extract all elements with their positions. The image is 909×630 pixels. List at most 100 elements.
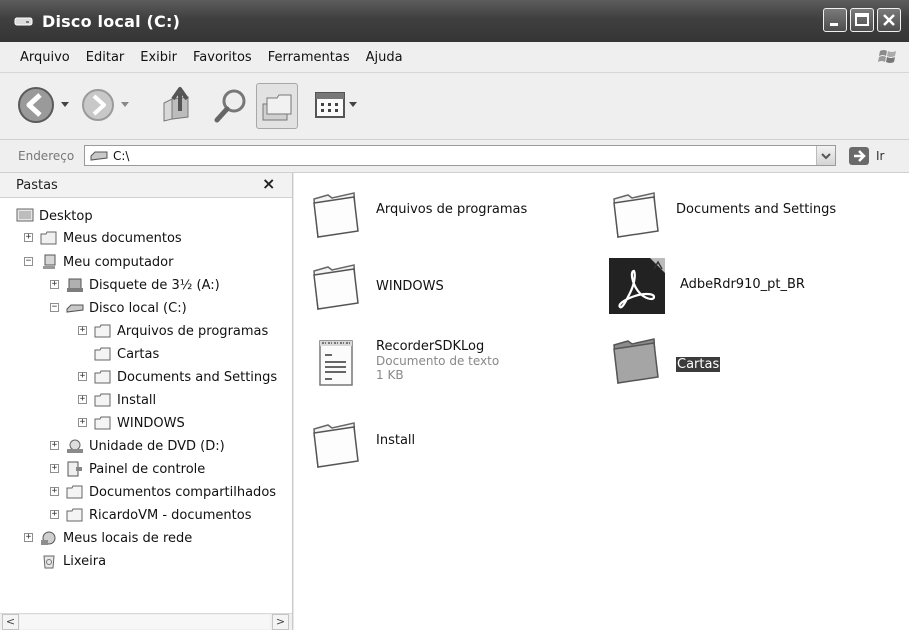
minimize-icon: [830, 23, 838, 26]
expand-icon[interactable]: +: [50, 510, 59, 519]
back-dropdown-icon[interactable]: [60, 101, 70, 109]
tree-item-lixeira[interactable]: Lixeira: [40, 550, 106, 572]
explorer-window: Disco local (C:) Arquivo Editar Exibir F…: [0, 0, 909, 630]
network-places-icon: [41, 531, 56, 545]
folder-icon: [313, 422, 359, 468]
tree-item-documents-and-settings[interactable]: Documents and Settings: [94, 366, 277, 388]
computer-icon: [43, 254, 56, 269]
expand-icon[interactable]: +: [78, 395, 87, 404]
tree-item-cartas[interactable]: Cartas: [94, 343, 159, 365]
item-name: Documents and Settings: [676, 202, 837, 217]
expand-icon[interactable]: +: [50, 280, 59, 289]
tree-item-install[interactable]: Install: [94, 389, 156, 411]
file-item-selected[interactable]: Cartas: [610, 333, 721, 385]
minimize-button[interactable]: [823, 8, 847, 32]
tree-item-meu-computador[interactable]: Meu computador: [40, 251, 173, 273]
address-bar: Endereço C:\ Ir: [0, 140, 909, 173]
window-title: Disco local (C:): [42, 11, 181, 31]
maximize-icon: [855, 13, 869, 26]
content-pane: Arquivos de programas Documents and Sett…: [294, 173, 909, 630]
file-item[interactable]: WINDOWS: [310, 259, 444, 311]
collapse-icon[interactable]: −: [24, 257, 33, 266]
tree-item-disco-local[interactable]: Disco local (C:): [66, 297, 187, 319]
windows-logo-icon: [878, 50, 896, 63]
expand-icon[interactable]: +: [24, 233, 33, 242]
folder-icon: [94, 393, 111, 407]
documents-folder-icon: [40, 231, 57, 245]
item-name: WINDOWS: [376, 279, 444, 294]
maximize-button[interactable]: [850, 8, 874, 32]
dvd-drive-icon: [67, 439, 83, 453]
folder-icon: [313, 264, 359, 310]
expand-icon[interactable]: +: [50, 487, 59, 496]
item-name: Cartas: [676, 357, 721, 372]
back-button[interactable]: [16, 85, 56, 125]
expand-icon[interactable]: +: [78, 372, 87, 381]
folders-toggle-button[interactable]: [256, 83, 298, 129]
menu-arquivo[interactable]: Arquivo: [0, 50, 78, 65]
file-item[interactable]: RecorderSDKLog Documento de texto 1 KB: [312, 337, 499, 389]
folder-icon: [94, 416, 111, 430]
menu-editar[interactable]: Editar: [78, 50, 133, 65]
folders-pane-title: Pastas: [16, 178, 58, 193]
chevron-down-icon: [821, 153, 831, 160]
desktop-icon: [16, 208, 34, 222]
folder-icon: [94, 370, 111, 384]
go-arrow-icon[interactable]: [848, 146, 870, 166]
file-item[interactable]: Install: [310, 417, 415, 469]
menu-bar: Arquivo Editar Exibir Favoritos Ferramen…: [0, 42, 909, 73]
address-input[interactable]: C:\: [84, 145, 836, 166]
tree-item-documentos-compartilhados[interactable]: Documentos compartilhados: [66, 481, 276, 503]
address-dropdown-button[interactable]: [816, 146, 835, 165]
tree-item-meus-locais-de-rede[interactable]: Meus locais de rede: [40, 527, 192, 549]
menu-favoritos[interactable]: Favoritos: [185, 50, 260, 65]
folder-icon: [613, 192, 659, 238]
up-folder-button[interactable]: [158, 83, 198, 125]
expand-icon[interactable]: +: [50, 464, 59, 473]
scroll-track[interactable]: [20, 615, 270, 629]
tree-item-painel-de-controle[interactable]: Painel de controle: [66, 458, 205, 480]
menu-ferramentas[interactable]: Ferramentas: [260, 50, 358, 65]
search-button[interactable]: [212, 85, 252, 125]
folder-icon: [66, 508, 83, 522]
floppy-drive-icon: [67, 278, 83, 292]
views-dropdown-icon[interactable]: [349, 102, 357, 108]
tree-item-meus-documentos[interactable]: Meus documentos: [40, 227, 182, 249]
tree-item-unidade-de-dvd[interactable]: Unidade de DVD (D:): [66, 435, 225, 457]
text-document-icon: [319, 340, 353, 386]
horizontal-scrollbar[interactable]: < >: [0, 613, 292, 630]
folder-icon: [613, 338, 659, 384]
tree-item-disquete[interactable]: Disquete de 3½ (A:): [66, 274, 220, 296]
forward-dropdown-icon[interactable]: [120, 101, 130, 109]
file-item[interactable]: AdbeRdr910_pt_BR: [608, 257, 805, 315]
toolbar: [0, 73, 909, 140]
forward-button[interactable]: [80, 87, 116, 123]
views-button[interactable]: [314, 91, 348, 119]
folder-icon: [313, 192, 359, 238]
file-item[interactable]: Arquivos de programas: [310, 187, 527, 239]
expand-icon[interactable]: +: [24, 533, 33, 542]
go-button-label[interactable]: Ir: [876, 149, 884, 163]
menu-exibir[interactable]: Exibir: [132, 50, 185, 65]
tree-item-ricardovm-documentos[interactable]: RicardoVM - documentos: [66, 504, 251, 526]
item-name: RecorderSDKLog: [376, 339, 485, 354]
tree-item-windows[interactable]: WINDOWS: [94, 412, 185, 434]
close-button[interactable]: [877, 8, 901, 32]
expand-icon[interactable]: +: [78, 326, 87, 335]
folder-icon: [94, 347, 111, 361]
close-pane-button[interactable]: ×: [262, 174, 275, 193]
collapse-icon[interactable]: −: [50, 303, 59, 312]
file-item[interactable]: Documents and Settings: [610, 187, 836, 239]
menu-ajuda[interactable]: Ajuda: [358, 50, 411, 65]
title-bar[interactable]: Disco local (C:): [0, 0, 909, 42]
folders-icon: [262, 94, 292, 121]
scroll-right-button[interactable]: >: [272, 614, 289, 630]
expand-icon[interactable]: +: [50, 441, 59, 450]
scroll-left-button[interactable]: <: [2, 614, 19, 630]
expand-icon[interactable]: +: [78, 418, 87, 427]
recycle-bin-icon: [43, 555, 55, 569]
item-size: 1 KB: [376, 368, 404, 382]
tree-item-arquivos-de-programas[interactable]: Arquivos de programas: [94, 320, 268, 342]
folders-pane-header: Pastas ×: [0, 173, 292, 198]
tree-item-desktop[interactable]: Desktop: [16, 205, 93, 227]
